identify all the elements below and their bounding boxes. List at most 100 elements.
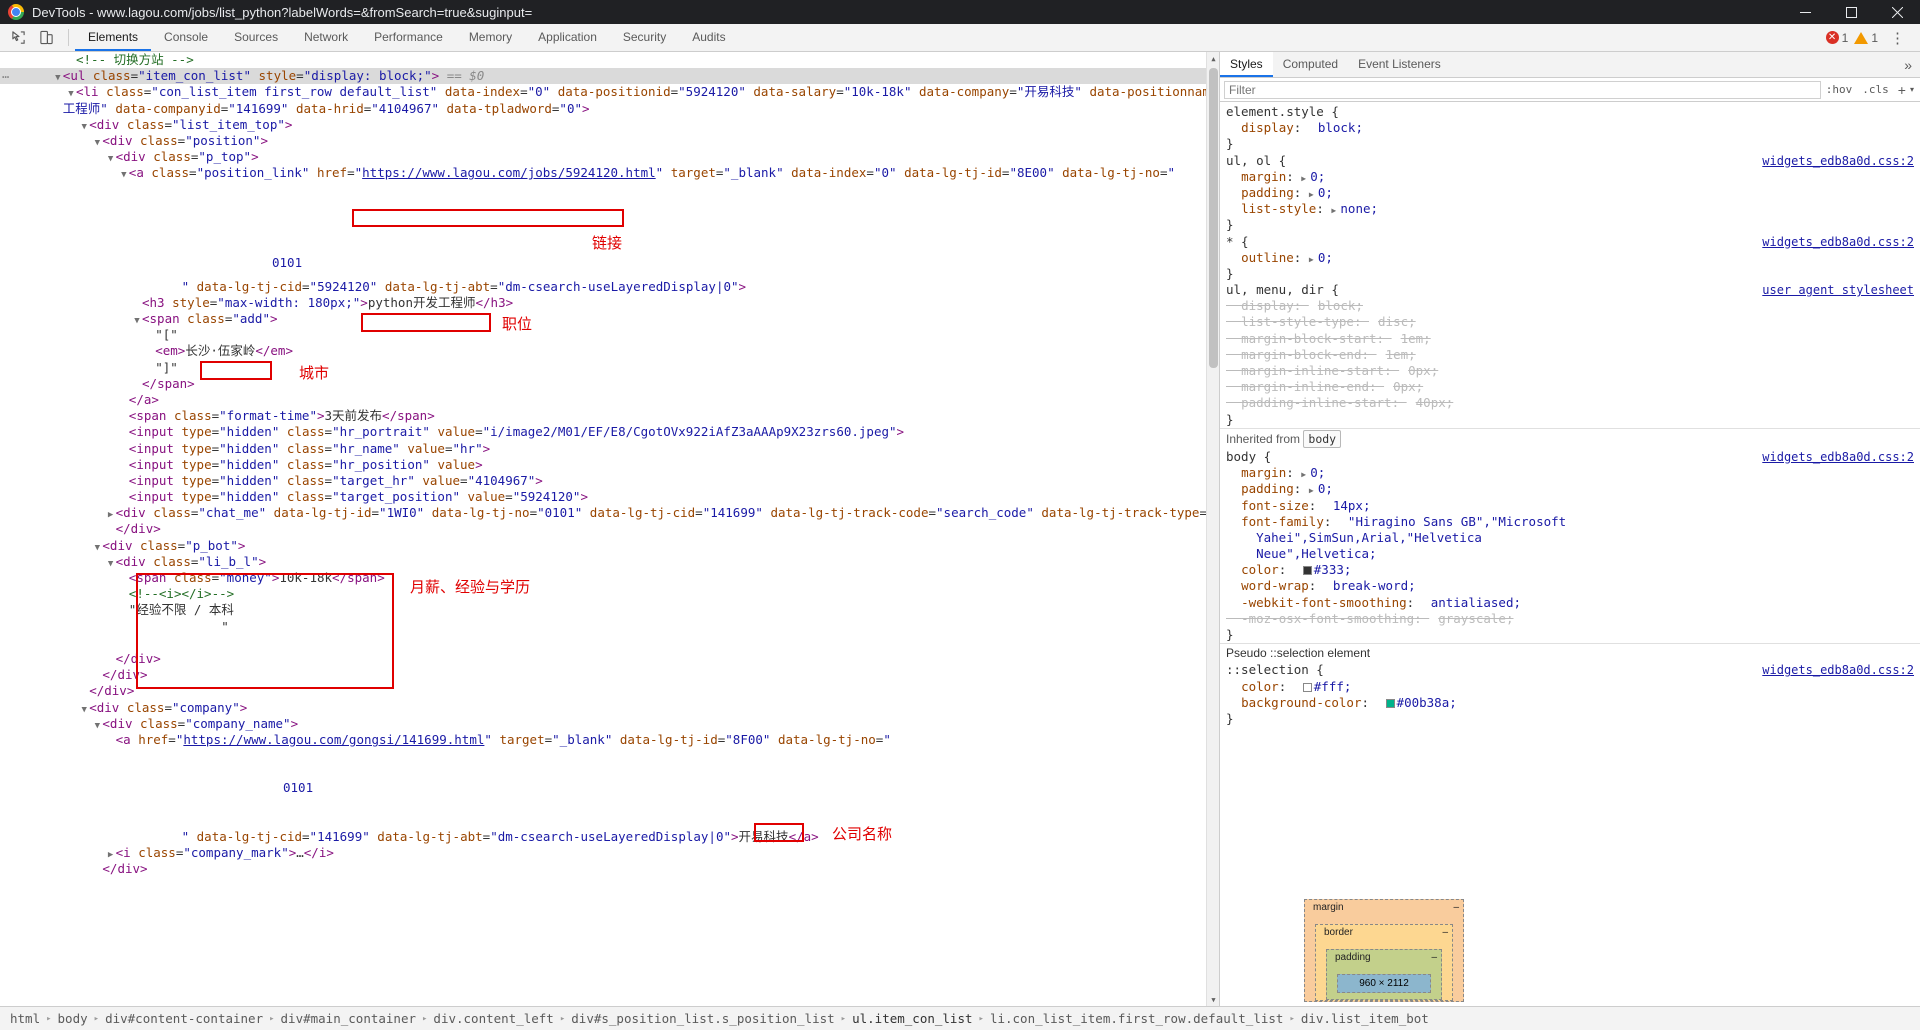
dom-node-line[interactable]: ▼<h3 style="max-width: 180px;">python开发工… xyxy=(0,295,1206,311)
css-selector-line[interactable]: ::selection { widgets_edb8a0d.css:2 xyxy=(1226,662,1914,678)
dom-node-line[interactable]: ▼ xyxy=(0,764,1206,780)
css-selector-line[interactable]: ul, menu, dir {user agent stylesheet xyxy=(1226,282,1914,298)
breadcrumb-item[interactable]: li.con_list_item.first_row.default_list xyxy=(984,1011,1290,1026)
chevron-double-right-icon[interactable]: » xyxy=(1896,52,1920,77)
css-origin-link[interactable]: widgets_edb8a0d.css:2 xyxy=(1762,234,1914,250)
dom-node-line[interactable]: ▶ <i class="company_mark">…</i> xyxy=(0,845,1206,861)
css-property-name[interactable]: margin-inline-start xyxy=(1241,363,1384,378)
css-declaration[interactable]: display: block; xyxy=(1226,298,1914,314)
color-swatch[interactable] xyxy=(1302,566,1312,576)
css-declaration[interactable]: font-size: 14px; xyxy=(1226,498,1914,514)
css-property-value[interactable]: 1em; xyxy=(1386,347,1416,362)
css-rule[interactable]: body {widgets_edb8a0d.css:2 margin: ▶ 0; … xyxy=(1220,449,1920,643)
css-selector[interactable]: ul, menu, dir { xyxy=(1226,282,1339,297)
css-property-name[interactable]: font-size xyxy=(1241,498,1309,513)
dom-node-line[interactable]: ▼<input type="hidden" class="hr_name" va… xyxy=(0,441,1206,457)
tab-computed[interactable]: Computed xyxy=(1273,52,1348,77)
css-selector-line[interactable]: * { widgets_edb8a0d.css:2 xyxy=(1226,234,1914,250)
tab-sources[interactable]: Sources xyxy=(221,24,291,51)
css-property-name[interactable]: margin-block-end xyxy=(1241,347,1361,362)
css-property-value[interactable]: none; xyxy=(1340,201,1378,216)
css-property-name[interactable]: margin xyxy=(1241,465,1286,480)
tab-styles[interactable]: Styles xyxy=(1220,52,1273,77)
dom-node-line[interactable]: ▼<em>长沙·伍家岭</em> xyxy=(0,343,1206,359)
cls-toggle-button[interactable]: .cls xyxy=(1857,83,1894,96)
css-property-value[interactable]: #333; xyxy=(1314,562,1352,577)
css-declaration[interactable]: color: #fff; xyxy=(1226,679,1914,695)
css-property-name[interactable]: margin-block-start xyxy=(1241,331,1376,346)
dom-node-line[interactable]: ▼</div> xyxy=(0,683,1206,699)
css-property-value[interactable]: 14px; xyxy=(1333,498,1371,513)
tab-event-listeners[interactable]: Event Listeners xyxy=(1348,52,1451,77)
css-property-name[interactable]: margin-inline-end xyxy=(1241,379,1369,394)
css-property-name[interactable]: padding xyxy=(1241,481,1294,496)
dom-node-line[interactable]: ▼</div> xyxy=(0,667,1206,683)
css-property-value[interactable]: "Hiragino Sans GB","Microsoft xyxy=(1348,514,1566,529)
dom-node-line[interactable]: ▼</span> xyxy=(0,376,1206,392)
tab-console[interactable]: Console xyxy=(151,24,221,51)
dom-node-line[interactable]: ▼<!--<i></i>--> xyxy=(0,586,1206,602)
css-declaration[interactable]: padding: ▶ 0; xyxy=(1226,481,1914,497)
css-property-value[interactable]: 1em; xyxy=(1401,331,1431,346)
tab-audits[interactable]: Audits xyxy=(679,24,738,51)
dom-node-line[interactable]: ▼ xyxy=(0,635,1206,651)
css-property-value[interactable]: 0; xyxy=(1310,465,1325,480)
css-property-value[interactable]: 0; xyxy=(1318,185,1333,200)
css-property-name[interactable]: padding xyxy=(1241,185,1294,200)
css-declaration[interactable]: margin-block-start: 1em; xyxy=(1226,331,1914,347)
css-property-value[interactable]: block; xyxy=(1318,298,1363,313)
dom-node-line[interactable]: ▼ <div class="position"> xyxy=(0,133,1206,149)
breadcrumb-item[interactable]: html xyxy=(4,1011,46,1026)
hov-toggle-button[interactable]: :hov xyxy=(1821,83,1858,96)
dom-node-line[interactable]: ▼ <span class="add"> xyxy=(0,311,1206,327)
css-declaration[interactable]: -moz-osx-font-smoothing: grayscale; xyxy=(1226,611,1914,627)
css-origin-link[interactable]: widgets_edb8a0d.css:2 xyxy=(1762,662,1914,678)
dom-node-line[interactable]: ▼"]" xyxy=(0,360,1206,376)
css-property-name[interactable]: list-style-type xyxy=(1241,314,1354,329)
css-selector[interactable]: ::selection { xyxy=(1226,662,1324,677)
css-property-value[interactable]: #00b38a; xyxy=(1397,695,1457,710)
css-property-name[interactable]: color xyxy=(1241,679,1279,694)
css-declaration[interactable]: font-family: "Hiragino Sans GB","Microso… xyxy=(1226,514,1914,530)
chevron-down-icon[interactable]: ▾ xyxy=(1910,85,1916,94)
tab-elements[interactable]: Elements xyxy=(75,24,152,51)
css-property-value[interactable]: grayscale; xyxy=(1438,611,1513,626)
styles-rules-list[interactable]: element.style { display: block;} ul, ol {… xyxy=(1220,102,1920,1006)
breadcrumb-item[interactable]: div.content_left xyxy=(427,1011,559,1026)
css-property-name[interactable]: display xyxy=(1241,120,1294,135)
css-selector[interactable]: * { xyxy=(1226,234,1249,249)
new-style-rule-button[interactable]: + xyxy=(1894,82,1910,98)
filter-input[interactable] xyxy=(1224,80,1821,99)
scrollbar-thumb[interactable] xyxy=(1209,68,1218,368)
css-property-value[interactable]: 0px; xyxy=(1408,363,1438,378)
css-property-name[interactable]: display xyxy=(1241,298,1294,313)
device-toolbar-icon[interactable] xyxy=(36,28,56,48)
css-rule[interactable]: * {widgets_edb8a0d.css:2 outline: ▶ 0;} xyxy=(1220,234,1920,283)
dom-node-line[interactable]: ▼ xyxy=(0,182,1206,198)
dom-node-line[interactable]: ▼工程师" data-companyid="141699" data-hrid=… xyxy=(0,101,1206,117)
warning-counter[interactable]: 1 xyxy=(1854,31,1878,45)
dom-node-line[interactable]: ▼</a> xyxy=(0,392,1206,408)
css-declaration[interactable]: background-color: #00b38a; xyxy=(1226,695,1914,711)
dom-node-line[interactable]: ▼ xyxy=(0,262,1206,278)
css-property-value[interactable]: #fff; xyxy=(1314,679,1352,694)
dom-node-line[interactable]: ▼ <a class="position_link" href="https://… xyxy=(0,165,1206,181)
css-property-value[interactable]: block; xyxy=(1318,120,1363,135)
css-property-value[interactable]: disc; xyxy=(1378,314,1416,329)
dom-node-line[interactable]: ▼<input type="hidden" class="target_posi… xyxy=(0,489,1206,505)
scroll-down-arrow-icon[interactable]: ▼ xyxy=(1207,993,1219,1006)
color-swatch[interactable] xyxy=(1385,698,1395,708)
dom-node-line[interactable]: ▼<a href="https://www.lagou.com/gongsi/1… xyxy=(0,732,1206,748)
dom-tree[interactable]: ▼<!-- 切换方站 -->▼<ul class="item_con_list"… xyxy=(0,52,1206,1006)
dom-node-line[interactable]: ▼ <div class="p_top"> xyxy=(0,149,1206,165)
dom-tree-scrollbar[interactable]: ▲ ▼ xyxy=(1206,52,1219,1006)
dom-node-line[interactable]: ▼</div> xyxy=(0,651,1206,667)
css-declaration[interactable]: display: block; xyxy=(1226,120,1914,136)
css-rule[interactable]: ul, ol {widgets_edb8a0d.css:2 margin: ▶ 0… xyxy=(1220,153,1920,234)
css-property-name[interactable]: color xyxy=(1241,562,1279,577)
dom-node-line[interactable]: ▼</div> xyxy=(0,861,1206,877)
css-selector-line[interactable]: ul, ol {widgets_edb8a0d.css:2 xyxy=(1226,153,1914,169)
box-model-border[interactable]: border – padding –960 × 2112 xyxy=(1315,924,1453,1001)
dom-node-line[interactable]: ▼</div> xyxy=(0,521,1206,537)
dom-node-line[interactable]: ▼ xyxy=(0,813,1206,829)
